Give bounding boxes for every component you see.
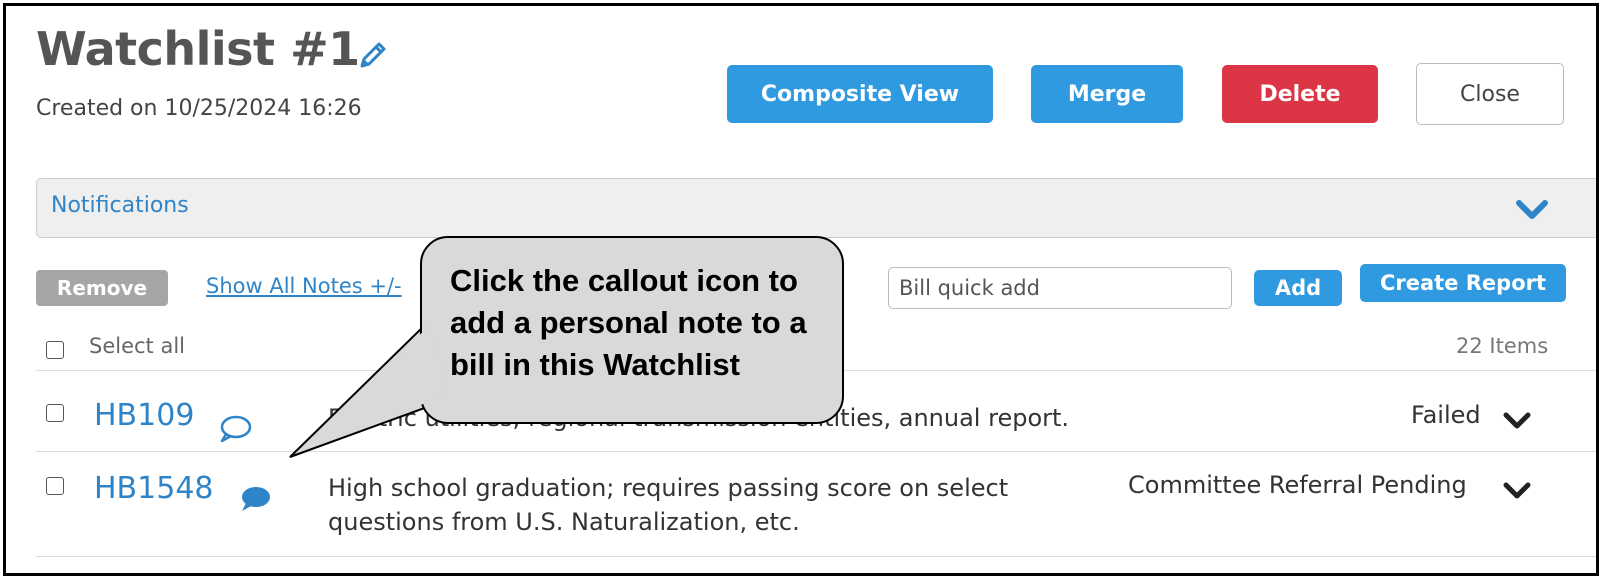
bill-status: Failed bbox=[1411, 401, 1481, 429]
callout-text: Click the callout icon to add a personal… bbox=[450, 263, 807, 382]
bill-link[interactable]: HB1548 bbox=[94, 471, 214, 506]
select-all-checkbox[interactable] bbox=[46, 341, 64, 359]
chevron-down-icon[interactable] bbox=[1502, 410, 1532, 432]
row-checkbox[interactable] bbox=[46, 477, 64, 495]
show-all-notes-link[interactable]: Show All Notes +/- bbox=[206, 274, 402, 298]
pencil-edit-icon[interactable] bbox=[356, 38, 390, 72]
chevron-down-icon[interactable] bbox=[1515, 197, 1549, 223]
create-report-button[interactable]: Create Report bbox=[1360, 264, 1566, 302]
comment-filled-icon[interactable] bbox=[238, 484, 272, 514]
select-all-label: Select all bbox=[89, 334, 185, 358]
bill-status: Committee Referral Pending bbox=[1128, 471, 1467, 499]
chevron-down-icon[interactable] bbox=[1502, 480, 1532, 502]
bill-quick-add-input[interactable] bbox=[888, 267, 1232, 309]
notifications-label: Notifications bbox=[51, 193, 189, 218]
callout-tooltip: Click the callout icon to add a personal… bbox=[420, 236, 844, 424]
merge-button[interactable]: Merge bbox=[1031, 65, 1183, 123]
divider bbox=[36, 451, 1596, 452]
delete-button[interactable]: Delete bbox=[1222, 65, 1378, 123]
created-date: Created on 10/25/2024 16:26 bbox=[36, 96, 362, 121]
add-button[interactable]: Add bbox=[1254, 270, 1342, 306]
remove-button[interactable]: Remove bbox=[36, 270, 168, 306]
composite-view-button[interactable]: Composite View bbox=[727, 65, 993, 123]
watchlist-panel: Watchlist #1 Created on 10/25/2024 16:26… bbox=[3, 3, 1599, 576]
items-count: 22 Items bbox=[1456, 334, 1549, 358]
close-button[interactable]: Close bbox=[1416, 63, 1564, 125]
bill-link[interactable]: HB109 bbox=[94, 398, 194, 433]
row-checkbox[interactable] bbox=[46, 404, 64, 422]
bill-description: High school graduation; requires passing… bbox=[328, 474, 1009, 536]
comment-outline-icon[interactable] bbox=[218, 414, 252, 444]
divider bbox=[36, 556, 1596, 557]
page-title: Watchlist #1 bbox=[36, 22, 360, 76]
notifications-bar[interactable]: Notifications bbox=[36, 178, 1596, 238]
